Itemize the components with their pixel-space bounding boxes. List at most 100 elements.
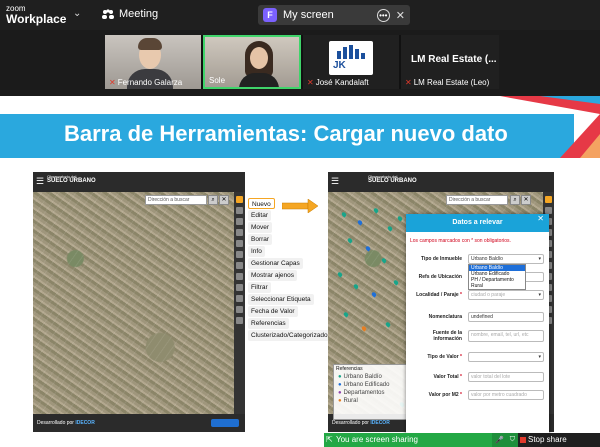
- tipo-inmueble-select: Urbano Baldío ▾: [468, 254, 544, 264]
- participant-name: ✕ José Kandalaft: [307, 78, 369, 87]
- edit-tool-icon: [236, 207, 243, 214]
- field-label: Refs de Ubicación: [418, 274, 462, 280]
- shield-icon[interactable]: ⛉: [510, 436, 515, 444]
- participant-video-hair: [138, 38, 162, 50]
- my-screen-label: My screen: [283, 9, 334, 21]
- tool-editar: Editar: [248, 210, 271, 221]
- brand-line2: Workplace: [6, 12, 67, 26]
- app-logo: Observatorio del SUELO URBANO: [368, 174, 417, 184]
- field-label: Nomenclatura: [428, 314, 462, 320]
- participant-tile[interactable]: JK ✕ José Kandalaft: [303, 35, 399, 89]
- tool-clusterizado: Clusterizado/Categorizado: [248, 330, 331, 341]
- tool-info: Info: [248, 246, 265, 257]
- tool-fecha-de-valor: Fecha de Valor: [248, 306, 298, 317]
- participant-tile[interactable]: ✕ Fernando Galarza: [105, 35, 201, 89]
- participants-icon: [102, 9, 114, 19]
- participant-name: ✕ Fernando Galarza: [109, 78, 183, 87]
- banner-corner-decoration: [560, 114, 600, 158]
- participant-name: Sole: [209, 76, 226, 85]
- clear-icon: ✕: [521, 195, 531, 205]
- localidad-field: ciudad o paraje ▾: [468, 290, 544, 300]
- app-logo: Observatorio del SUELO URBANO: [47, 174, 96, 184]
- close-icon[interactable]: ✕: [396, 9, 405, 22]
- cluster-tool-icon: [236, 317, 243, 324]
- field-label: Tipo de Valor *: [427, 354, 462, 360]
- mic-muted-icon: ✕: [405, 78, 412, 87]
- valor-total-field: valor total del lote: [468, 372, 544, 382]
- app-header: ☰ Observatorio del SUELO URBANO: [33, 172, 245, 192]
- tool-gestionar-capas: Gestionar Capas: [248, 258, 303, 269]
- tool-seleccionar-etiqueta: Seleccionar Etiqueta: [248, 294, 314, 305]
- mic-muted-icon: ✕: [307, 78, 314, 87]
- sponsor-logo: [211, 419, 239, 427]
- meeting-label: Meeting: [119, 8, 159, 20]
- screen-share-bar: ⇱ You are screen sharing 🎤 ⛉ Stop share: [324, 433, 600, 447]
- app-header: ☰ Observatorio del SUELO URBANO: [328, 172, 554, 192]
- chevron-down-icon: ▾: [538, 256, 541, 262]
- my-screen-tab[interactable]: F My screen ••• ✕: [258, 5, 410, 25]
- field-label: Valor por M2 *: [428, 392, 462, 398]
- tool-mostrar-ajenos: Mostrar ajenos: [248, 270, 297, 281]
- sharing-status[interactable]: ⇱ You are screen sharing: [324, 433, 492, 447]
- more-options-icon[interactable]: •••: [376, 8, 390, 22]
- slide-top-decoration: [500, 96, 600, 114]
- zoom-window: zoom Workplace ⌄ Meeting F My screen •••…: [0, 0, 600, 447]
- zoom-workplace-logo[interactable]: zoom Workplace: [6, 3, 66, 25]
- hamburger-icon: ☰: [331, 176, 340, 186]
- video-strip: ✕ Fernando Galarza Sole JK ✕ José Kandal…: [105, 35, 499, 89]
- nomenclatura-field: undefined: [468, 312, 544, 322]
- legend-item: ● Urbano Edificado: [338, 382, 390, 388]
- participant-tile-active[interactable]: Sole: [203, 35, 301, 89]
- participant-video-body: [239, 73, 279, 87]
- tool-sidebar: [234, 192, 245, 414]
- hamburger-icon: ☰: [36, 176, 45, 186]
- edit-tool-icon: [545, 207, 552, 214]
- field-label: Valor Total *: [433, 374, 462, 380]
- chevron-down-icon[interactable]: ⌄: [73, 8, 81, 19]
- tool-nuevo: Nuevo: [248, 198, 275, 209]
- mic-muted-icon: ✕: [109, 78, 116, 87]
- new-tool-icon: [236, 196, 243, 203]
- tool-filtrar: Filtrar: [248, 282, 271, 293]
- clear-icon: ✕: [219, 195, 229, 205]
- stop-share-button[interactable]: Stop share: [518, 433, 600, 447]
- others-tool-icon: [236, 262, 243, 269]
- search-icon: ⌕: [208, 195, 218, 205]
- label-tool-icon: [236, 284, 243, 291]
- chevron-down-icon: ▾: [538, 354, 541, 360]
- zoom-top-bar: zoom Workplace ⌄ Meeting F My screen •••…: [0, 0, 600, 30]
- share-controls: 🎤 ⛉: [492, 433, 518, 447]
- slide-title: Barra de Herramientas: Cargar nuevo dato: [64, 121, 508, 146]
- legend-title: Referencias: [336, 366, 363, 372]
- tipo-inmueble-options: Urbano Baldío Urbano Edificado PH / Depa…: [468, 264, 526, 290]
- left-app-screenshot: ☰ Observatorio del SUELO URBANO Direcció…: [33, 172, 245, 432]
- dialog-body: Los campos marcados con * son obligatori…: [406, 214, 549, 440]
- meeting-tab[interactable]: Meeting: [102, 8, 158, 20]
- jk-monogram: JK: [333, 60, 346, 71]
- new-tool-icon: [545, 196, 552, 203]
- filter-tool-icon: [236, 273, 243, 280]
- address-search-input: Dirección a buscar: [145, 195, 207, 205]
- arrow-right-icon: [282, 199, 318, 213]
- address-search-input: Dirección a buscar: [446, 195, 508, 205]
- move-tool-icon: [236, 218, 243, 225]
- participant-tile[interactable]: LM Real Estate (... ✕ LM Real Estate (Le…: [401, 35, 499, 89]
- dropdown-option: Rural: [471, 283, 483, 289]
- participant-name: ✕ LM Real Estate (Leo): [405, 78, 490, 87]
- field-label: Localidad / Paraje *: [416, 292, 462, 298]
- tool-referencias: Referencias: [248, 318, 289, 329]
- mic-icon[interactable]: 🎤: [495, 436, 504, 444]
- tool-borrar: Borrar: [248, 234, 273, 245]
- satellite-map: [33, 192, 245, 414]
- legend-tool-icon: [236, 306, 243, 313]
- date-tool-icon: [236, 295, 243, 302]
- layers-tool-icon: [236, 251, 243, 258]
- legend-item: ● Rural: [338, 398, 358, 404]
- fuente-field: nombre, email, tel, url, etc: [468, 330, 544, 342]
- chevron-down-icon: ▾: [538, 292, 541, 298]
- legend-item: ● Urbano Baldío: [338, 374, 382, 380]
- jk-logo-avatar: JK: [329, 41, 373, 75]
- building-bars-icon: [337, 45, 365, 59]
- stop-icon: [520, 437, 526, 443]
- participant-video-face: [250, 47, 268, 69]
